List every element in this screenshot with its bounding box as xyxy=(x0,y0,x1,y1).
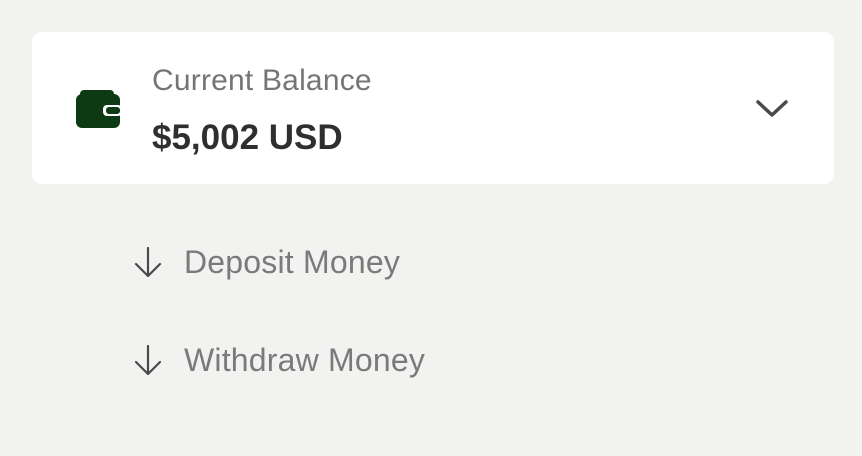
balance-card[interactable]: Current Balance $5,002 USD xyxy=(32,32,834,184)
arrow-down-icon xyxy=(132,244,164,280)
chevron-down-icon[interactable] xyxy=(754,94,790,122)
deposit-money-action[interactable]: Deposit Money xyxy=(132,240,400,284)
deposit-money-label: Deposit Money xyxy=(184,243,401,280)
balance-label: Current Balance xyxy=(152,64,372,97)
balance-text-group: Current Balance $5,002 USD xyxy=(152,62,372,160)
withdraw-money-action[interactable]: Withdraw Money xyxy=(132,338,425,382)
wallet-icon xyxy=(76,88,122,130)
arrow-down-icon xyxy=(132,342,164,378)
balance-amount: $5,002 USD xyxy=(152,118,343,157)
withdraw-money-label: Withdraw Money xyxy=(184,341,426,378)
